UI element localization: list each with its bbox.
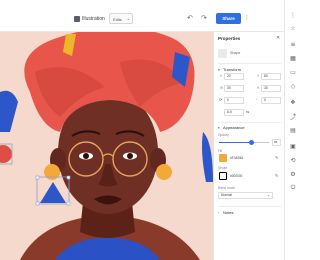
blend-mode-select[interactable]: Normal ⌄ <box>218 192 273 199</box>
x-label: X <box>220 74 223 78</box>
shape-row[interactable]: Shape <box>218 49 281 58</box>
opacity-label: Opacity <box>218 133 229 137</box>
share-icon[interactable]: ⤴ <box>289 112 297 121</box>
browser-topbar <box>0 0 300 8</box>
properties-panel: Properties ✕ Shape ▾ Transform X 20 Y 80 … <box>213 32 284 260</box>
close-icon[interactable]: ✕ <box>276 35 280 41</box>
divider <box>218 63 281 64</box>
x-field[interactable]: 20 <box>224 73 244 80</box>
h-label: H <box>257 86 260 90</box>
grid-icon[interactable]: ▦ <box>289 54 297 62</box>
app-logo-icon <box>74 16 80 22</box>
shape-label: Shape <box>230 51 241 55</box>
y-label: Y <box>257 74 260 78</box>
w-label: W <box>220 86 224 90</box>
transform-section-header[interactable]: ▾ Transform <box>218 67 241 72</box>
shape-thumbnail <box>218 49 227 58</box>
rotation-icon: ⟳ <box>219 97 223 102</box>
opacity-slider-fill <box>219 142 252 143</box>
opacity-slider[interactable] <box>219 140 269 145</box>
settings-icon[interactable]: ⚙ <box>289 170 297 178</box>
browser-side-toolbar: ⋮ ☆ ≡ ▦ ▭ ◇ ❖ ⤴ ▤ ▣ ⟲ ⚙ ⏻ <box>284 0 300 260</box>
more-options-icon[interactable]: ⋮ <box>244 14 250 21</box>
chevron-down-icon: ⌄ <box>126 16 130 21</box>
fill-hex[interactable]: #F3A93A <box>230 156 243 160</box>
y-field[interactable]: 80 <box>261 73 281 80</box>
panel-title: Properties <box>218 36 241 41</box>
component-icon[interactable]: ❖ <box>289 98 297 106</box>
image-icon[interactable]: ▣ <box>289 142 297 150</box>
redo-icon[interactable]: ↷ <box>201 14 207 22</box>
bookmark-icon[interactable]: ▭ <box>289 68 297 76</box>
radius-field[interactable]: 0 <box>261 97 281 104</box>
h-field[interactable]: 30 <box>261 85 281 92</box>
divider <box>218 206 281 207</box>
app-topbar: Illustration Edits ⌄ ↶ ↷ Share ⋮ <box>0 8 284 32</box>
layers-icon[interactable]: ≡ <box>289 40 297 48</box>
appearance-section-header[interactable]: ▾ Appearance <box>218 125 245 130</box>
portrait-illustration <box>0 32 213 260</box>
undo-icon[interactable]: ↶ <box>187 14 193 22</box>
stroke-label: Stroke <box>218 166 228 170</box>
rotation-field[interactable]: 0 <box>224 97 244 104</box>
stroke-hex[interactable]: #000000 <box>230 174 242 178</box>
browser-menu-icon[interactable]: ⋮ <box>289 11 297 19</box>
blend-mode-label: Blend mode <box>218 186 236 190</box>
star-icon[interactable]: ☆ <box>289 24 297 32</box>
share-button-label: Share <box>222 16 235 21</box>
share-button[interactable]: Share <box>216 13 241 24</box>
power-icon[interactable]: ⏻ <box>289 184 297 192</box>
stroke-swatch[interactable] <box>219 172 227 180</box>
divider <box>218 122 281 123</box>
scale-field[interactable]: 6.5 <box>224 109 244 116</box>
layout-icon[interactable]: ▤ <box>289 126 297 134</box>
transform-heading: Transform <box>223 67 242 72</box>
history-icon[interactable]: ⟲ <box>289 156 297 164</box>
file-tag-label: Edits <box>113 17 122 22</box>
fill-swatch[interactable] <box>219 154 227 162</box>
eyedropper-icon[interactable]: ✎ <box>275 155 278 160</box>
shapes-icon[interactable]: ◇ <box>289 82 297 90</box>
notes-section-header[interactable]: › Notes <box>218 210 233 215</box>
opacity-field[interactable]: 65 <box>272 139 281 146</box>
appearance-heading: Appearance <box>223 125 245 130</box>
notes-heading: Notes <box>223 210 234 215</box>
eyedropper-icon[interactable]: ✎ <box>275 173 278 178</box>
file-tag-dropdown[interactable]: Edits ⌄ <box>109 13 133 24</box>
opacity-slider-thumb[interactable] <box>249 140 254 145</box>
blend-mode-value: Normal <box>221 193 232 197</box>
fill-label: Fill <box>218 149 223 153</box>
chevron-down-icon: ⌄ <box>267 193 270 197</box>
file-name[interactable]: Illustration <box>82 16 105 22</box>
w-field[interactable]: 30 <box>224 85 244 92</box>
design-canvas[interactable] <box>0 32 213 260</box>
flip-icon[interactable]: ⇋ <box>246 109 249 114</box>
corner-radius-icon: ◜ <box>256 97 258 102</box>
